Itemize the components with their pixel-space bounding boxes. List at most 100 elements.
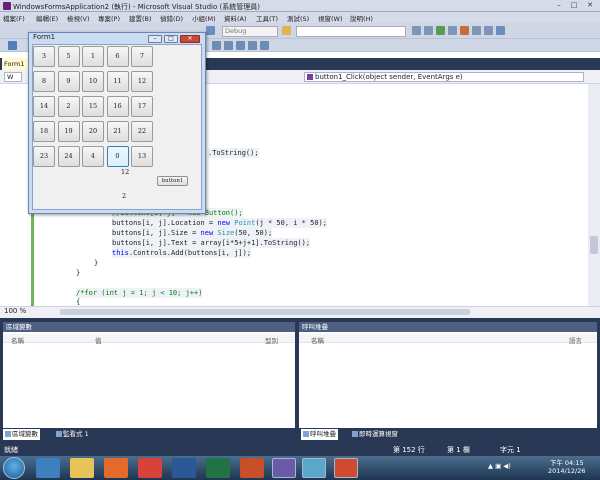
editor-vertical-scrollbar[interactable] [588, 84, 600, 306]
start-button-icon[interactable] [3, 457, 25, 479]
form1-title: Form1 [33, 33, 56, 41]
toolbar-icon[interactable] [460, 26, 469, 35]
number-button[interactable]: 22 [131, 121, 153, 142]
number-button[interactable]: 0 [106, 146, 129, 167]
number-button[interactable]: 12 [131, 71, 153, 92]
code-line: .ToString(); [208, 148, 259, 158]
tab-locals[interactable]: 區域變數 [3, 429, 40, 440]
find-icon[interactable] [282, 26, 291, 35]
menu-tools[interactable]: 工具(T) [256, 13, 278, 23]
toolbar-icon[interactable] [424, 26, 433, 35]
maximize-button[interactable]: □ [567, 1, 581, 10]
number-button[interactable]: 7 [131, 46, 153, 67]
number-button[interactable]: 9 [57, 71, 80, 92]
visual-studio-taskbar-icon[interactable] [272, 458, 296, 478]
number-button[interactable]: 16 [106, 96, 129, 117]
number-button[interactable]: 8 [33, 71, 55, 92]
code-line: buttons[i, j].Text = array[i*5+j+1].ToSt… [112, 238, 311, 248]
taskbar-clock[interactable]: 下午 04:15 2014/12/26 [548, 459, 585, 475]
button1[interactable]: button1 [157, 176, 188, 186]
close-button[interactable]: ✕ [583, 1, 597, 10]
member-dropdown[interactable]: button1_Click(object sender, EventArgs e… [304, 72, 584, 82]
number-button[interactable]: 20 [82, 121, 104, 142]
toolbar-icon[interactable] [412, 26, 421, 35]
number-button[interactable]: 4 [82, 146, 104, 167]
number-button[interactable]: 19 [57, 121, 80, 142]
menu-file[interactable]: 檔案(F) [3, 13, 25, 23]
solution-config-select[interactable]: Debug [222, 26, 278, 37]
menu-view[interactable]: 檢視(V) [67, 13, 90, 23]
column-type[interactable]: 型別 [265, 335, 278, 345]
number-button[interactable]: 13 [131, 146, 153, 167]
number-button[interactable]: 14 [33, 96, 55, 117]
media-player-icon[interactable] [104, 458, 128, 478]
excel-icon[interactable] [206, 458, 230, 478]
column-language[interactable]: 語言 [569, 335, 582, 345]
tab-watch-1[interactable]: 監看式 1 [54, 429, 91, 440]
menu-test[interactable]: 測試(S) [287, 13, 309, 23]
ie-icon[interactable] [36, 458, 60, 478]
scroll-thumb[interactable] [590, 236, 598, 254]
app-taskbar-icon[interactable] [302, 458, 326, 478]
toolbar-icon[interactable] [8, 41, 17, 50]
toolbar-icon[interactable] [236, 41, 245, 50]
form-taskbar-icon[interactable] [334, 458, 358, 478]
toolbar-icon[interactable] [496, 26, 505, 35]
form1-minimize-button[interactable]: – [148, 35, 162, 43]
find-combo[interactable] [296, 26, 406, 37]
toolbar-icon[interactable] [224, 41, 233, 50]
toolbar-icon[interactable] [484, 26, 493, 35]
number-button[interactable]: 21 [106, 121, 129, 142]
toolbar-icon[interactable] [472, 26, 481, 35]
form1-maximize-button[interactable]: □ [164, 35, 178, 43]
powerpoint-icon[interactable] [240, 458, 264, 478]
number-button[interactable]: 3 [33, 46, 55, 67]
tab-immediate-window[interactable]: 即時運算視窗 [350, 429, 400, 440]
number-button[interactable]: 5 [57, 46, 80, 67]
word-icon[interactable] [172, 458, 196, 478]
number-button[interactable]: 2 [57, 96, 80, 117]
tab-call-stack[interactable]: 呼叫堆疊 [301, 429, 338, 440]
menu-project[interactable]: 專案(P) [98, 13, 120, 23]
menu-debug[interactable]: 偵錯(D) [160, 13, 183, 23]
toolbar-icon[interactable] [212, 41, 221, 50]
minimize-button[interactable]: – [552, 1, 566, 10]
column-name[interactable]: 名稱 [11, 335, 24, 345]
number-button[interactable]: 17 [131, 96, 153, 117]
explorer-icon[interactable] [70, 458, 94, 478]
visual-studio-icon [3, 2, 11, 10]
toolbar-icon[interactable] [248, 41, 257, 50]
toolbar-icon[interactable] [206, 26, 215, 35]
number-button[interactable]: 1 [82, 46, 104, 67]
number-button[interactable]: 23 [33, 146, 55, 167]
menu-window[interactable]: 視窗(W) [318, 13, 343, 23]
zoom-level[interactable]: 100 % [4, 307, 26, 315]
column-name[interactable]: 名稱 [311, 335, 324, 345]
horizontal-scroll-thumb[interactable] [60, 309, 470, 315]
menu-team[interactable]: 小組(M) [192, 13, 216, 23]
menu-edit[interactable]: 編輯(E) [36, 13, 58, 23]
toolbar-icon[interactable] [436, 26, 445, 35]
code-line: /*for (int j = 1; j < 10; j++) [76, 288, 203, 298]
tab-form1[interactable]: Form1 [2, 58, 29, 70]
type-dropdown[interactable]: W [4, 72, 22, 82]
number-button[interactable]: 6 [106, 46, 129, 67]
number-button[interactable]: 18 [33, 121, 55, 142]
number-button[interactable]: 15 [82, 96, 104, 117]
vs-title-bar: WindowsFormsApplication2 (執行) - Microsof… [0, 0, 600, 12]
code-line: buttons[i, j].Location = new Point(j * 5… [112, 218, 327, 228]
call-stack-panel-title: 呼叫堆疊 [299, 322, 597, 332]
number-button[interactable]: 10 [82, 71, 104, 92]
menu-build[interactable]: 建置(B) [129, 13, 152, 23]
number-button[interactable]: 24 [57, 146, 80, 167]
toolbar-icon[interactable] [260, 41, 269, 50]
menu-data[interactable]: 資料(A) [224, 13, 247, 23]
column-value[interactable]: 值 [95, 335, 102, 345]
form1-close-button[interactable]: ✕ [180, 35, 200, 43]
chrome-icon[interactable] [138, 458, 162, 478]
menu-help[interactable]: 說明(H) [350, 13, 373, 23]
locals-panel-title: 區域變數 [3, 322, 295, 332]
toolbar-icon[interactable] [448, 26, 457, 35]
system-tray[interactable]: ▲ ▣ ◀) [488, 462, 511, 470]
number-button[interactable]: 11 [106, 71, 129, 92]
